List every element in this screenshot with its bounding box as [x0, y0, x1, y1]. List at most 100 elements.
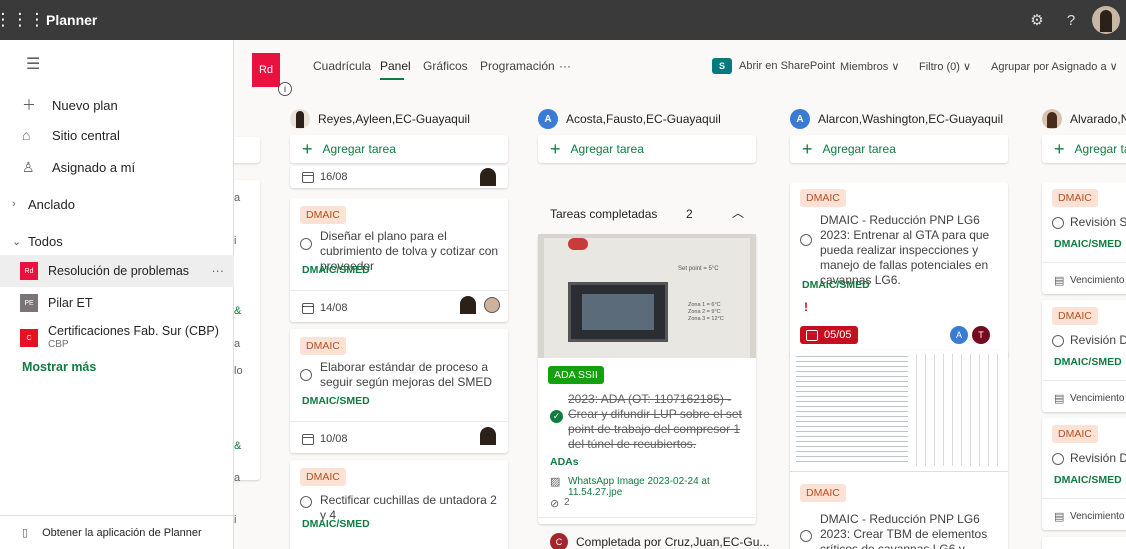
task-title: DMAIC - Reducción PNP LG6 2023: Crear TB… [820, 512, 988, 549]
open-sharepoint-button[interactable]: Abrir en SharePoint [739, 60, 835, 72]
all-section[interactable]: ⌄ Todos [0, 229, 234, 253]
complete-checkbox[interactable] [300, 496, 312, 508]
task-card[interactable]: DMAIC DMAIC - Reducción PNP LG6 2023: En… [790, 182, 1008, 358]
avatar: A [538, 109, 558, 129]
label-tag: DMAIC [800, 484, 846, 502]
due-date-badge: 05/05 [800, 326, 858, 344]
task-card[interactable]: DMAIC DMAIC - Reducción PNP LG6 2023: Cr… [790, 350, 1008, 549]
sidebar: ☰ ＋ Nuevo plan ⌂ Sitio central ♙ Asignado a… [0, 40, 234, 549]
assigned-item[interactable]: ♙ Asignado a mí [0, 152, 234, 182]
complete-checkbox[interactable] [800, 234, 812, 246]
members-button[interactable]: Miembros ∨ [840, 60, 899, 73]
complete-checkbox[interactable] [800, 530, 812, 542]
more-views-button[interactable]: ··· [559, 59, 571, 73]
assignee-avatar [484, 297, 500, 313]
plus-icon: + [802, 138, 813, 159]
avatar [290, 109, 310, 129]
tab-schedule[interactable]: Programación [480, 59, 555, 73]
complete-checkbox[interactable] [1052, 217, 1064, 229]
add-task-button[interactable]: + Agregar tarea [538, 135, 756, 163]
label-tag: DMAIC [800, 189, 846, 207]
task-title: Elaborar estándar de proceso a seguir se… [320, 360, 493, 389]
column-header: Reyes,Ayleen,EC-Guayaquil [290, 108, 470, 130]
show-more-link[interactable]: Mostrar más [22, 360, 96, 374]
plan-item[interactable]: PE Pilar ET [0, 287, 234, 319]
assignee-avatar [480, 427, 496, 445]
assignee-avatar: A [950, 326, 968, 344]
filter-button[interactable]: Filtro (0) ∨ [919, 60, 971, 73]
tab-grid[interactable]: Cuadrícula [313, 59, 371, 73]
task-card[interactable] [234, 137, 260, 163]
task-card[interactable]: DMAIC Revisión DN DMAIC/SMED ▤ Vencimien… [1042, 418, 1126, 530]
complete-checkbox[interactable] [300, 238, 312, 250]
plan-icon[interactable]: Rd [252, 53, 280, 87]
menu-icon[interactable]: ☰ [26, 54, 40, 74]
get-app-link[interactable]: ▯ Obtener la aplicación de Planner [0, 515, 234, 549]
task-card[interactable]: 16/08 [290, 166, 508, 188]
completed-by: C Completada por Cruz,Juan,EC-Gu... [550, 533, 769, 549]
add-task-button[interactable]: + Agregar ta [1042, 135, 1126, 163]
more-icon[interactable]: ··· [212, 264, 225, 278]
link-icon: ⊘ [550, 498, 560, 510]
image-icon: ▨ [550, 476, 561, 488]
column-header: A Acosta,Fausto,EC-Guayaquil [538, 108, 721, 130]
task-title: Revisión SM [1070, 215, 1126, 229]
gear-icon[interactable]: ⚙ [1020, 11, 1054, 29]
sharepoint-icon: S [712, 58, 732, 74]
tab-board[interactable]: Panel [380, 59, 411, 73]
calendar-icon [302, 302, 314, 314]
plus-icon: ＋ [22, 97, 36, 113]
task-card[interactable]: DMAIC Revisión SM DMAIC/SMED ▤ Vencimien… [1042, 182, 1126, 294]
label-tag: DMAIC [300, 206, 346, 224]
avatar: A [790, 109, 810, 129]
add-task-button[interactable]: + Agregar tarea [790, 135, 1008, 163]
task-card[interactable]: DMAIC Rectificar cuchillas de untadora 2… [290, 460, 508, 549]
task-card[interactable]: DMAIC Elaborar estándar de proceso a seg… [290, 329, 508, 453]
plan-item[interactable]: Rd Resolución de problemas ··· [0, 255, 234, 287]
attachment-link[interactable]: WhatsApp Image 2023-02-24 at 11.54.27.jp… [568, 476, 756, 498]
completed-tasks-toggle[interactable]: Tareas completadas [550, 207, 657, 221]
complete-checkbox[interactable] [300, 369, 312, 381]
user-avatar[interactable] [1092, 6, 1120, 34]
home-icon: ⌂ [22, 127, 31, 143]
plan-item[interactable]: C Certificaciones Fab. Sur (CBP) CBP [0, 320, 234, 356]
task-title: Revisión DN [1070, 451, 1126, 465]
calendar-icon: ▤ [1054, 275, 1065, 287]
complete-checkbox[interactable] [1052, 335, 1064, 347]
completed-count: 2 [686, 207, 693, 221]
plan-badge: Rd [20, 262, 38, 280]
label-tag: DMAIC [300, 337, 346, 355]
label-tag: DMAIC [300, 468, 346, 486]
task-card[interactable]: DMAIC Diseñar el plano para el cubrimien… [290, 198, 508, 322]
task-title: 2023: ADA (OT: 1107162185) - Crear y dif… [568, 392, 742, 451]
hub-item[interactable]: ⌂ Sitio central [0, 120, 234, 150]
task-card[interactable]: Set point = 5°C Zona 1 = 6°C Zona 2 = 9°… [538, 234, 756, 524]
app-launcher-icon[interactable]: ⋮⋮⋮ [0, 0, 46, 40]
new-plan-item[interactable]: ＋ Nuevo plan [0, 90, 234, 120]
task-card[interactable] [234, 180, 260, 480]
assignee-avatar [480, 168, 496, 186]
plan-badge: PE [20, 294, 38, 312]
chevron-up-icon[interactable]: ︿ [732, 204, 744, 221]
label-tag: ADA SSII [548, 366, 604, 384]
help-icon[interactable]: ? [1054, 12, 1088, 29]
label-tag: DMAIC [1052, 307, 1098, 325]
tab-charts[interactable]: Gráficos [423, 59, 468, 73]
phone-icon: ▯ [22, 527, 29, 539]
complete-checkbox[interactable] [1052, 453, 1064, 465]
chevron-right-icon: › [12, 198, 16, 210]
info-icon[interactable]: i [278, 82, 292, 96]
app-name[interactable]: Planner [46, 12, 97, 28]
plan-badge: C [20, 329, 38, 347]
label-tag: DMAIC [1052, 425, 1098, 443]
checklist-icon: & [234, 305, 242, 317]
calendar-icon [806, 329, 818, 341]
pinned-section[interactable]: › Anclado [0, 192, 234, 216]
add-task-button[interactable]: + Agregar tarea [290, 135, 508, 163]
check-icon[interactable]: ✓ [550, 410, 563, 423]
group-by-button[interactable]: Agrupar por Asignado a ∨ [991, 60, 1118, 73]
task-card[interactable]: DMAIC Revisión DN DMAIC/SMED ▤ Vencimien… [1042, 300, 1126, 412]
task-card[interactable] [1042, 537, 1126, 549]
avatar: C [550, 533, 568, 549]
calendar-icon [302, 433, 314, 445]
